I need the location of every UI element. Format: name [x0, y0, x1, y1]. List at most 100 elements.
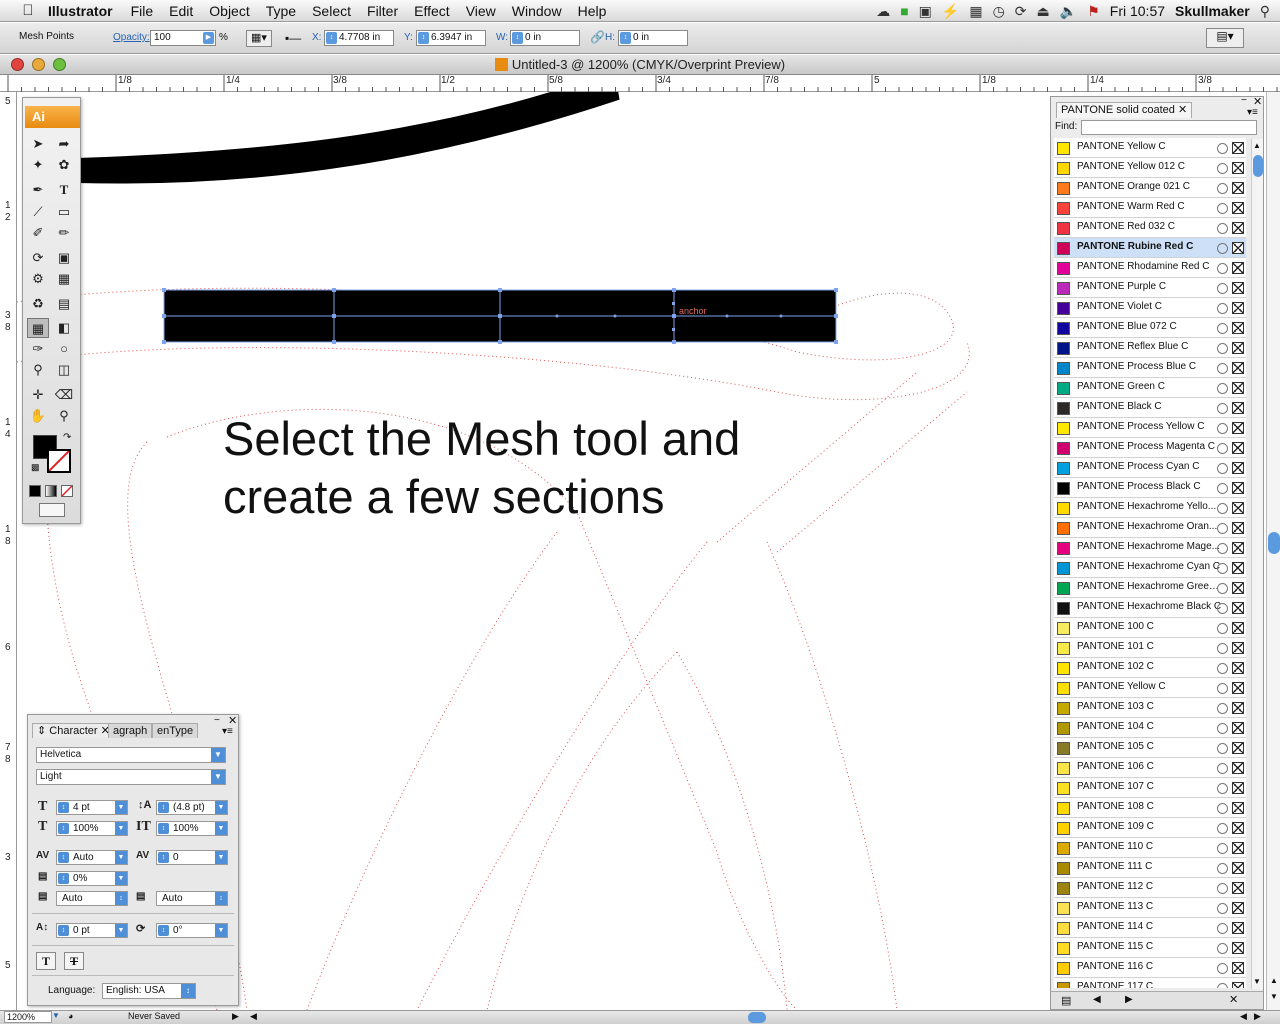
swatch-row[interactable]: PANTONE 102 C — [1054, 658, 1246, 678]
opacity-arrow-icon[interactable]: ▶ — [203, 32, 214, 44]
spaces-icon[interactable]: ▦ — [969, 3, 982, 20]
swatch-row[interactable]: PANTONE Hexachrome Oran... — [1054, 518, 1246, 538]
eject-icon[interactable]: ⏏ — [1037, 3, 1050, 20]
scroll-thumb[interactable] — [1253, 155, 1263, 177]
pencil-tool-icon[interactable]: ✏ — [53, 223, 75, 243]
zoom-dropdown-icon[interactable]: ▼ — [52, 1011, 60, 1020]
stepper-icon[interactable]: ↕ — [158, 925, 169, 936]
gradient-tool-icon[interactable]: ◧ — [53, 318, 75, 338]
tracking-field[interactable]: ↕ 0 ▼ — [156, 850, 228, 865]
swatch-row[interactable]: PANTONE Orange 021 C — [1054, 178, 1246, 198]
collapse-panel-icon[interactable]: − — [214, 715, 220, 726]
status-menu-arrow-icon[interactable]: ▶ — [232, 1011, 239, 1022]
time-machine-icon[interactable]: ◷ — [993, 3, 1005, 20]
swatch-row[interactable]: PANTONE 103 C — [1054, 698, 1246, 718]
previous-library-icon[interactable]: ◀ — [1093, 994, 1101, 1005]
slice-tool-icon[interactable]: ✛ — [27, 385, 49, 405]
scroll-up-icon[interactable]: ▲ — [1253, 141, 1261, 150]
scroll-right-icon[interactable]: ▶ — [1254, 1011, 1261, 1022]
strikethrough-button[interactable]: T — [64, 952, 84, 970]
swatch-row[interactable]: PANTONE Hexachrome Green C — [1054, 578, 1246, 598]
rotate-tool-icon[interactable]: ⟳ — [27, 248, 49, 268]
rectangle-tool-icon[interactable]: ▭ — [53, 202, 75, 222]
aki-left-dropdown[interactable]: Auto ↕ — [56, 891, 128, 906]
direct-selection-tool-icon[interactable]: ➦ — [53, 134, 75, 154]
symbol-sprayer-tool-icon[interactable]: ♻ — [27, 294, 49, 314]
collapse-panel-icon[interactable]: − — [1241, 95, 1247, 106]
bolt-icon[interactable]: ⚡ — [942, 3, 959, 20]
swatch-row[interactable]: PANTONE 108 C — [1054, 798, 1246, 818]
swatch-row[interactable]: PANTONE Hexachrome Black C — [1054, 598, 1246, 618]
swatch-scrollbar[interactable]: ▲ ▼ — [1251, 139, 1263, 989]
panel-options-icon[interactable]: ▾≡ — [222, 726, 233, 737]
scroll-left-icon[interactable]: ◀ — [1240, 1011, 1247, 1022]
lasso-tool-icon[interactable]: ✿ — [53, 155, 75, 175]
swatch-row[interactable]: PANTONE 111 C — [1054, 858, 1246, 878]
type-tool-icon[interactable]: T — [53, 180, 75, 200]
font-family-dropdown[interactable]: Helvetica ▼ — [36, 747, 226, 763]
swatch-row[interactable]: PANTONE Reflex Blue C — [1054, 338, 1246, 358]
stepper-icon[interactable]: ↕ — [158, 852, 169, 863]
swatch-row[interactable]: PANTONE Rhodamine Red C — [1054, 258, 1246, 278]
selection-tool-icon[interactable]: ➤ — [27, 134, 49, 154]
swatch-row[interactable]: PANTONE Green C — [1054, 378, 1246, 398]
tab-paragraph[interactable]: agraph — [108, 723, 153, 738]
font-size-field[interactable]: ↕ 4 pt ▼ — [56, 800, 128, 815]
live-paint-bucket-tool-icon[interactable]: ⚲ — [27, 360, 49, 380]
none-mode-icon[interactable] — [61, 485, 73, 497]
flag-icon[interactable]: ⚑ — [1087, 3, 1100, 20]
swatch-row[interactable]: PANTONE 115 C — [1054, 938, 1246, 958]
swatch-row[interactable]: PANTONE 112 C — [1054, 878, 1246, 898]
w-stepper-icon[interactable]: ↕ — [512, 32, 523, 44]
library-menu-icon[interactable]: ▤ — [1061, 994, 1071, 1007]
blend-tool-icon[interactable]: ○ — [53, 339, 75, 359]
eyedropper-tool-icon[interactable]: ✑ — [27, 339, 49, 359]
swatch-row[interactable]: PANTONE Yellow 012 C — [1054, 158, 1246, 178]
x-field[interactable]: ↕ 4.7708 in — [324, 30, 394, 46]
vertical-ruler[interactable]: 5 1 2 3 8 1 4 1 8 6 7 8 3 5 — [0, 92, 17, 1010]
reference-point-icon[interactable]: ▪— — [285, 31, 301, 45]
x-stepper-icon[interactable]: ↕ — [326, 32, 337, 44]
tab-pantone-solid-coated[interactable]: PANTONE solid coated ✕ — [1056, 102, 1193, 118]
stepper-icon[interactable]: ↕ — [58, 873, 69, 884]
paintbrush-tool-icon[interactable]: ✐ — [27, 223, 49, 243]
status-info-icon[interactable]: ◕ — [68, 1011, 73, 1021]
free-transform-tool-icon[interactable]: ▦ — [53, 269, 75, 289]
next-library-icon[interactable]: ▶ — [1125, 994, 1133, 1005]
menu-select[interactable]: Select — [304, 3, 359, 19]
swatch-row[interactable]: PANTONE Warm Red C — [1054, 198, 1246, 218]
swatch-row[interactable]: PANTONE 105 C — [1054, 738, 1246, 758]
leading-field[interactable]: ↕ (4.8 pt) ▼ — [156, 800, 228, 815]
panel-menu-icon[interactable]: ▤▾ — [1206, 28, 1244, 48]
default-colors-icon[interactable]: ▩ — [31, 462, 40, 473]
canvas-vscroll-thumb[interactable] — [1268, 532, 1280, 554]
w-field[interactable]: ↕ 0 in — [510, 30, 580, 46]
screen-mode-icon[interactable] — [39, 503, 65, 517]
eraser-tool-icon[interactable]: ⌫ — [53, 385, 75, 405]
opacity-label[interactable]: Opacity: — [113, 32, 150, 43]
swatch-row[interactable]: PANTONE Hexachrome Yello... — [1054, 498, 1246, 518]
swatch-row[interactable]: PANTONE Red 032 C — [1054, 218, 1246, 238]
pen-tool-icon[interactable]: ✒ — [27, 180, 49, 200]
swap-colors-icon[interactable]: ↷ — [63, 432, 71, 443]
h-field[interactable]: ↕ 0 in — [618, 30, 688, 46]
zoom-tool-icon[interactable]: ⚲ — [53, 406, 75, 426]
tab-opentype[interactable]: enType — [152, 723, 199, 738]
gradient-mode-icon[interactable] — [45, 485, 57, 497]
swatch-row[interactable]: PANTONE Process Magenta C — [1054, 438, 1246, 458]
swatch-row[interactable]: PANTONE 107 C — [1054, 778, 1246, 798]
swatch-row[interactable]: PANTONE Hexachrome Mage... — [1054, 538, 1246, 558]
recolor-icon[interactable]: ▦▾ — [246, 30, 272, 47]
swatch-row[interactable]: PANTONE 114 C — [1054, 918, 1246, 938]
find-input[interactable] — [1081, 120, 1257, 135]
volume-icon[interactable]: 🔈 — [1060, 3, 1077, 20]
kerning-field[interactable]: ↕ Auto ▼ — [56, 850, 128, 865]
swatch-row[interactable]: PANTONE 101 C — [1054, 638, 1246, 658]
apple-menu-icon[interactable]:  — [14, 2, 42, 19]
scroll-up-icon[interactable]: ▲ — [1270, 976, 1278, 985]
scroll-down-icon[interactable]: ▼ — [1253, 977, 1261, 986]
menu-effect[interactable]: Effect — [406, 3, 458, 19]
canvas-vertical-scrollbar[interactable]: ▲ ▼ — [1266, 92, 1280, 1010]
menu-view[interactable]: View — [458, 3, 504, 19]
swatch-row[interactable]: PANTONE Yellow C — [1054, 138, 1246, 158]
